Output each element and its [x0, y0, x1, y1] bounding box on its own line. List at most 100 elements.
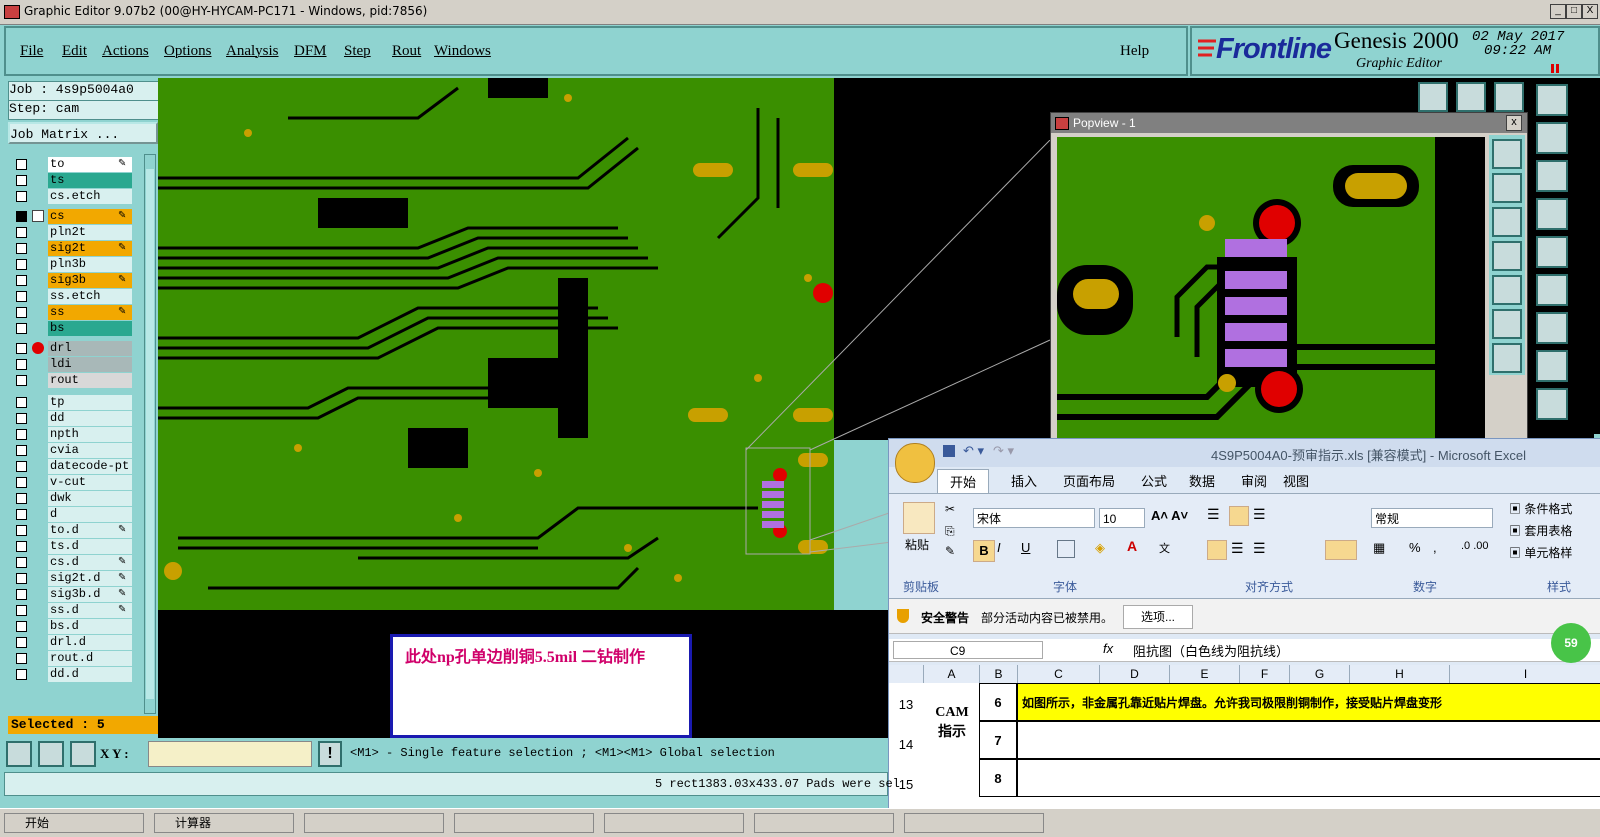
layer-scrollbar[interactable]: [144, 154, 156, 714]
menu-rout[interactable]: Rout: [392, 43, 421, 60]
layer-row-drl[interactable]: drl: [12, 341, 132, 356]
layer-row-ss[interactable]: ss ✎: [12, 305, 132, 320]
layer-row-bs[interactable]: bs: [12, 321, 132, 336]
layer-checkbox[interactable]: [16, 175, 27, 186]
menu-help[interactable]: Help: [1120, 43, 1149, 60]
align-middle-icon[interactable]: [1229, 506, 1249, 526]
layer-row-sig3b.d[interactable]: sig3b.d ✎: [12, 587, 132, 602]
taskbar-item-4[interactable]: [604, 813, 744, 833]
instruction-cell[interactable]: [1017, 721, 1600, 759]
alert-icon[interactable]: !: [318, 741, 342, 767]
layer-checkbox[interactable]: [16, 653, 27, 664]
minimize-button[interactable]: _: [1550, 4, 1566, 19]
taskbar-item-1[interactable]: 计算器: [154, 813, 294, 833]
popview-canvas[interactable]: [1057, 137, 1435, 439]
layer-row-cs.d[interactable]: cs.d ✎: [12, 555, 132, 570]
column-header-I[interactable]: I: [1449, 665, 1600, 683]
font-size-select[interactable]: 10: [1099, 508, 1145, 528]
row-header-14[interactable]: 14: [889, 737, 923, 752]
layer-checkbox[interactable]: [16, 413, 27, 424]
row-number-cell[interactable]: 7: [979, 721, 1017, 759]
zoom-out-icon[interactable]: [1492, 207, 1522, 237]
layer-checkbox[interactable]: [16, 669, 27, 680]
row-number-cell[interactable]: 8: [979, 759, 1017, 797]
column-header-C[interactable]: C: [1017, 665, 1099, 683]
menu-analysis[interactable]: Analysis: [226, 43, 279, 60]
help-icon[interactable]: [1536, 160, 1568, 192]
vector-icon[interactable]: [1536, 274, 1568, 306]
bold-button[interactable]: B: [973, 540, 995, 562]
expand-icon[interactable]: [1492, 309, 1522, 339]
paste-label[interactable]: 粘贴: [905, 536, 929, 553]
home-icon[interactable]: [1418, 82, 1448, 112]
layer-checkbox[interactable]: [16, 259, 27, 270]
style-item-2[interactable]: ▣ 单元格样: [1509, 544, 1572, 561]
column-header-A[interactable]: A: [923, 665, 979, 683]
style-item-0[interactable]: ▣ 条件格式: [1509, 500, 1572, 517]
layer-checkbox[interactable]: [16, 557, 27, 568]
taskbar-item-6[interactable]: [904, 813, 1044, 833]
panel-icon[interactable]: [1536, 84, 1568, 116]
column-header-H[interactable]: H: [1349, 665, 1449, 683]
layer-checkbox[interactable]: [16, 159, 27, 170]
layer-checkbox[interactable]: [16, 477, 27, 488]
row-number-cell[interactable]: 6: [979, 683, 1017, 721]
grow-font-icon[interactable]: A˄ A˅: [1151, 508, 1188, 523]
layer-checkbox[interactable]: [16, 493, 27, 504]
ribbon-tab-6[interactable]: 视图: [1271, 469, 1321, 492]
ribbon-tab-1[interactable]: 插入: [999, 469, 1049, 492]
cut-icon[interactable]: ✂: [945, 502, 955, 516]
layer-red-icon[interactable]: [1536, 198, 1568, 230]
layer-checkbox[interactable]: [16, 525, 27, 536]
italic-button[interactable]: I: [997, 540, 1001, 555]
layer-row-sig3b[interactable]: sig3b ✎: [12, 273, 132, 288]
layer-checkbox[interactable]: [16, 291, 27, 302]
layer-row-drl.d[interactable]: drl.d: [12, 635, 132, 650]
layer-checkbox[interactable]: [16, 461, 27, 472]
number-format-select[interactable]: 常规: [1371, 508, 1493, 528]
phonetic-icon[interactable]: 文: [1159, 540, 1170, 556]
layer-row-bs.d[interactable]: bs.d: [12, 619, 132, 634]
grid-icon[interactable]: [70, 741, 96, 767]
formula-input[interactable]: 阻抗图（白色线为阻抗线）: [1133, 641, 1289, 660]
options-button[interactable]: 选项...: [1123, 605, 1193, 629]
border-icon[interactable]: [1057, 540, 1075, 558]
format-painter-icon[interactable]: ✎: [945, 544, 955, 558]
layer-row-ts[interactable]: ts: [12, 173, 132, 188]
taskbar-item-3[interactable]: [454, 813, 594, 833]
layer-row-sig2t.d[interactable]: sig2t.d ✎: [12, 571, 132, 586]
layer-row-pln2t[interactable]: pln2t: [12, 225, 132, 240]
ribbon-tab-3[interactable]: 公式: [1129, 469, 1179, 492]
percent-icon[interactable]: %: [1409, 540, 1421, 555]
column-header-B[interactable]: B: [979, 665, 1017, 683]
taskbar-item-2[interactable]: [304, 813, 444, 833]
taskbar-item-0[interactable]: 开始: [4, 813, 144, 833]
layer-checkbox[interactable]: [16, 343, 27, 354]
layer-checkbox[interactable]: [16, 375, 27, 386]
ribbon-tab-2[interactable]: 页面布局: [1051, 469, 1127, 492]
instruction-cell[interactable]: [1017, 759, 1600, 797]
zoom-fit-icon[interactable]: [1492, 139, 1522, 169]
layer-checkbox[interactable]: [16, 621, 27, 632]
layer-checkbox[interactable]: [16, 541, 27, 552]
layer-row-rout[interactable]: rout: [12, 373, 132, 388]
layer-row-dwk[interactable]: dwk: [12, 491, 132, 506]
column-header-F[interactable]: F: [1239, 665, 1289, 683]
save-icon[interactable]: [943, 445, 955, 457]
popview-close-button[interactable]: x: [1506, 115, 1522, 131]
layer-row-to[interactable]: to ✎: [12, 157, 132, 172]
align-top-icon[interactable]: ☰: [1207, 506, 1220, 523]
job-matrix-button[interactable]: Job Matrix ...: [8, 122, 158, 144]
notification-badge[interactable]: 59: [1551, 623, 1591, 663]
s-icon[interactable]: [1536, 122, 1568, 154]
zoom-in-icon[interactable]: [1492, 173, 1522, 203]
paste-icon[interactable]: [903, 502, 935, 534]
column-header-D[interactable]: D: [1099, 665, 1169, 683]
maximize-button[interactable]: □: [1566, 4, 1582, 19]
ribbon-tab-4[interactable]: 数据: [1177, 469, 1227, 492]
menu-dfm[interactable]: DFM: [294, 43, 327, 60]
layer-row-cs.etch[interactable]: cs.etch: [12, 189, 132, 204]
undo-icon[interactable]: ↶ ▾: [963, 443, 984, 459]
layer-checkbox[interactable]: [16, 275, 27, 286]
redo-icon[interactable]: ↷ ▾: [993, 443, 1014, 459]
